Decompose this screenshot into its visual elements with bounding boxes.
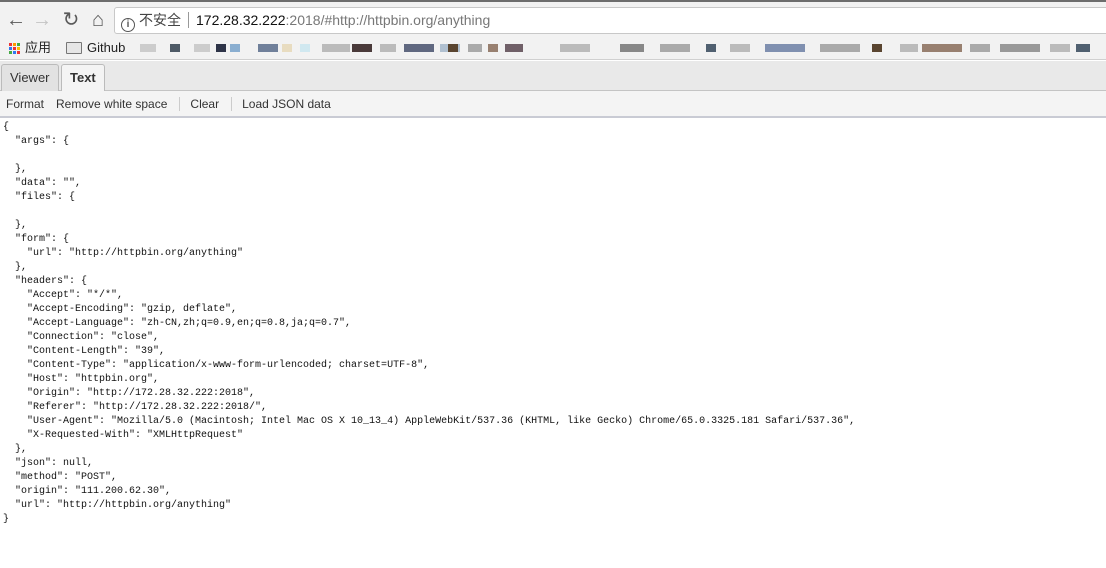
forward-icon[interactable]: → <box>30 8 54 32</box>
load-json-button[interactable]: Load JSON data <box>242 97 337 111</box>
divider <box>179 96 181 111</box>
tab-text[interactable]: Text <box>61 64 105 92</box>
info-icon[interactable]: i <box>121 18 135 32</box>
divider <box>188 12 189 28</box>
url-host: 172.28.32.222 <box>196 12 286 28</box>
bookmark-label: 应用 <box>25 40 52 55</box>
apps-grid-icon <box>9 42 20 54</box>
divider <box>231 96 233 111</box>
browser-toolbar: ← → ↻ ⌂ i 不安全 172.28.32.222:2018/#http://h… <box>0 0 1106 38</box>
home-icon[interactable]: ⌂ <box>86 8 110 32</box>
reload-icon[interactable]: ↻ <box>59 8 83 32</box>
security-label: 不安全 <box>139 12 181 28</box>
format-button[interactable]: Format <box>6 97 50 111</box>
url-rest: :2018/#http://httpbin.org/anything <box>285 12 491 28</box>
bookmark-apps[interactable]: 应用 <box>9 38 51 58</box>
bookmark-github[interactable]: Github <box>66 38 125 58</box>
folder-icon <box>66 42 82 54</box>
json-text-editor[interactable]: { "args": { }, "data": "", "files": { },… <box>3 121 855 527</box>
bookmarks-bar: 应用 Github <box>0 36 1106 60</box>
bookmark-label: Github <box>87 40 126 55</box>
tab-viewer[interactable]: Viewer <box>1 64 59 91</box>
back-icon[interactable]: ← <box>4 8 28 32</box>
editor-toolbar: Format Remove white space Clear Load JSO… <box>0 91 1106 118</box>
view-tabs: Viewer Text <box>0 61 1106 92</box>
clear-button[interactable]: Clear <box>190 97 225 111</box>
address-bar[interactable]: i 不安全 172.28.32.222:2018/#http://httpbin.o… <box>114 7 1106 34</box>
remove-white-space-button[interactable]: Remove white space <box>56 97 173 111</box>
